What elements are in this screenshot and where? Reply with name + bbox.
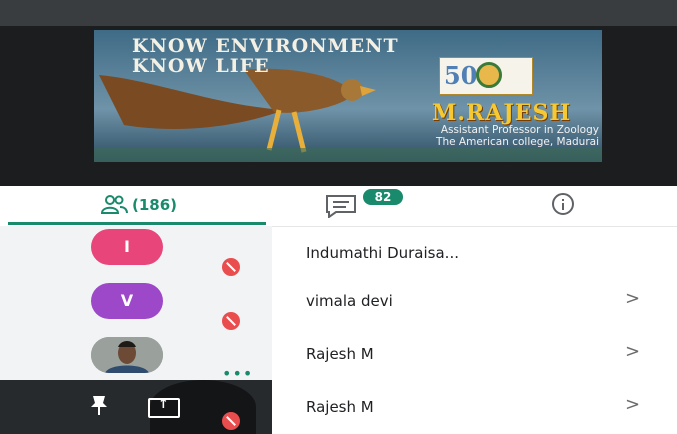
avatar-indumathi[interactable]: I bbox=[91, 229, 163, 265]
tab-chat[interactable]: 82 bbox=[266, 186, 456, 224]
avatar-rajesh-photo[interactable] bbox=[91, 337, 163, 373]
mic-off-icon bbox=[222, 258, 240, 276]
tab-people[interactable]: (186) bbox=[8, 186, 266, 224]
info-icon bbox=[552, 193, 574, 215]
tab-info[interactable] bbox=[456, 186, 671, 224]
chat-icon bbox=[326, 195, 356, 218]
mic-off-icon bbox=[222, 412, 240, 430]
participant-name[interactable]: Rajesh M bbox=[306, 398, 374, 416]
chat-unread-badge: 82 bbox=[363, 189, 403, 205]
banner-presenter-name: M.RAJESH bbox=[432, 100, 572, 126]
presentation-banner: KNOW ENVIRONMENT KNOW LIFE 50 M.RAJESH A… bbox=[94, 30, 602, 162]
chevron-right-icon[interactable]: > bbox=[625, 288, 640, 309]
avatar-vimala[interactable]: V bbox=[91, 283, 163, 319]
present-screen-icon[interactable] bbox=[148, 397, 180, 418]
chevron-right-icon[interactable]: > bbox=[625, 341, 640, 362]
banner-subtitle-line2: The American college, Madurai bbox=[436, 136, 599, 148]
participant-name[interactable]: Indumathi Duraisa... bbox=[306, 244, 459, 262]
banner-title-line2: KNOW LIFE bbox=[132, 55, 270, 77]
anniversary-logo: 50 bbox=[439, 57, 533, 95]
logo-emblem bbox=[476, 62, 502, 88]
participant-name[interactable]: Rajesh M bbox=[306, 345, 374, 363]
mic-off-icon bbox=[222, 312, 240, 330]
top-strip bbox=[0, 0, 677, 26]
banner-subtitle-line1: Assistant Professor in Zoology bbox=[440, 124, 599, 136]
banner-title-line1: KNOW ENVIRONMENT bbox=[132, 35, 399, 57]
participant-name[interactable]: vimala devi bbox=[306, 292, 393, 310]
person-photo bbox=[91, 337, 163, 373]
people-count: (186) bbox=[132, 196, 178, 214]
pin-icon[interactable] bbox=[88, 393, 110, 417]
more-dots-indicator: ••• bbox=[222, 364, 254, 383]
logo-number: 50 bbox=[444, 61, 478, 90]
active-tab-indicator bbox=[8, 222, 266, 225]
people-icon bbox=[100, 195, 128, 214]
chevron-right-icon[interactable]: > bbox=[625, 394, 640, 415]
